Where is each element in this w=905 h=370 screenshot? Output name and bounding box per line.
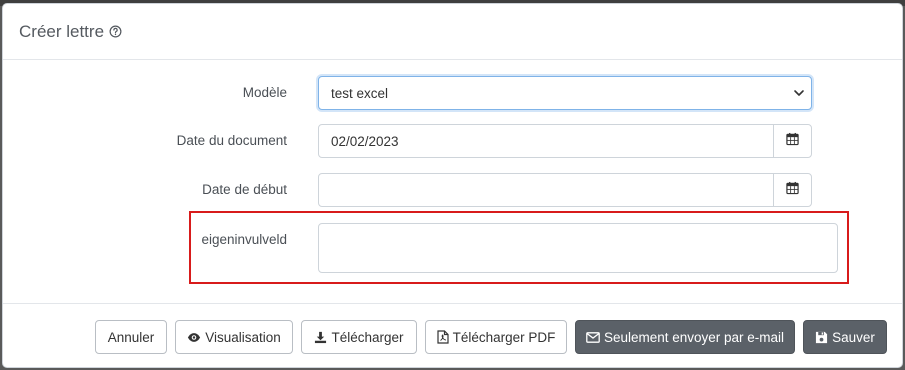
preview-button-label: Visualisation bbox=[205, 329, 281, 345]
chevron-down-icon bbox=[793, 87, 805, 102]
start-date-picker-button[interactable] bbox=[773, 174, 811, 206]
download-pdf-button-label: Télécharger PDF bbox=[452, 329, 556, 345]
calendar-icon bbox=[786, 132, 799, 151]
calendar-icon bbox=[786, 181, 799, 200]
document-date-group: 02/02/2023 bbox=[318, 124, 812, 158]
document-date-picker-button[interactable] bbox=[773, 125, 811, 157]
question-circle-icon[interactable] bbox=[109, 25, 122, 38]
document-date-input[interactable]: 02/02/2023 bbox=[319, 125, 773, 157]
download-pdf-button[interactable]: Télécharger PDF bbox=[425, 320, 567, 354]
cancel-button[interactable]: Annuler bbox=[95, 320, 167, 354]
preview-button[interactable]: Visualisation bbox=[175, 320, 293, 354]
email-only-button-label: Seulement envoyer par e-mail bbox=[603, 329, 785, 345]
modal-header: Créer lettre bbox=[3, 4, 902, 60]
modal-body: Modèle test excel Date du document 02/02… bbox=[3, 60, 902, 302]
modal-title: Créer lettre bbox=[19, 22, 122, 42]
envelope-icon bbox=[586, 331, 600, 343]
eye-icon bbox=[187, 332, 201, 343]
start-date-group bbox=[318, 173, 812, 207]
custom-field-label: eigeninvulveld bbox=[201, 232, 287, 247]
cancel-button-label: Annuler bbox=[107, 329, 155, 345]
modal-footer: Annuler Visualisation Télécharger Téléch… bbox=[3, 303, 902, 367]
modal-title-text: Créer lettre bbox=[19, 21, 105, 41]
document-date-label: Date du document bbox=[176, 133, 287, 148]
model-select[interactable]: test excel bbox=[318, 76, 812, 110]
start-date-label: Date de début bbox=[202, 182, 287, 197]
floppy-disk-icon bbox=[815, 331, 828, 344]
custom-field-textarea[interactable] bbox=[318, 223, 838, 273]
file-pdf-icon bbox=[436, 330, 449, 344]
download-icon bbox=[314, 331, 327, 344]
model-select-value: test excel bbox=[331, 85, 389, 101]
download-button-label: Télécharger bbox=[331, 329, 404, 345]
start-date-input[interactable] bbox=[319, 174, 773, 206]
save-button-label: Sauver bbox=[832, 329, 875, 345]
create-letter-modal: Créer lettre Modèle test excel Date du d… bbox=[2, 3, 903, 368]
save-button[interactable]: Sauver bbox=[803, 320, 887, 354]
model-label: Modèle bbox=[242, 85, 287, 100]
document-date-value: 02/02/2023 bbox=[331, 133, 399, 149]
download-button[interactable]: Télécharger bbox=[301, 320, 417, 354]
email-only-button[interactable]: Seulement envoyer par e-mail bbox=[575, 320, 795, 354]
